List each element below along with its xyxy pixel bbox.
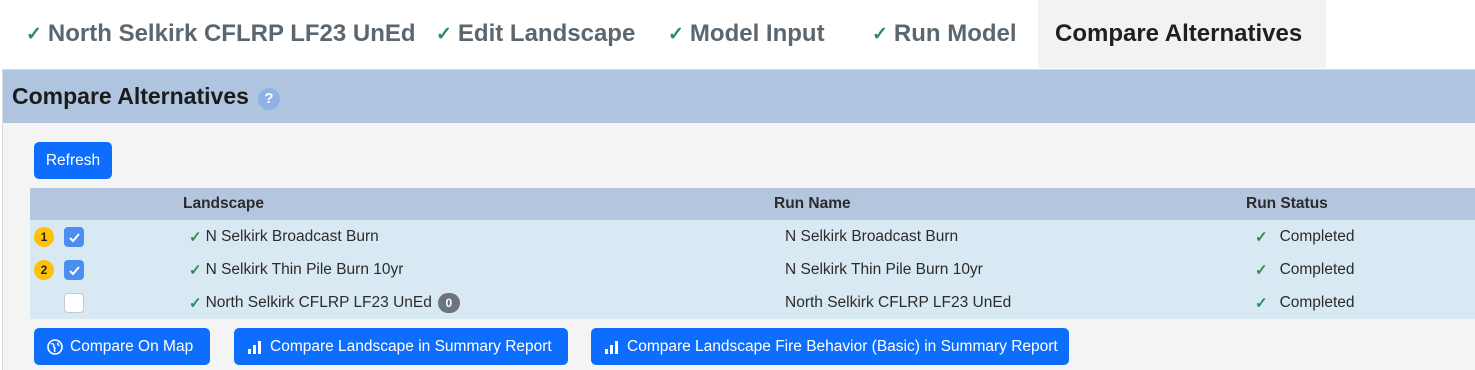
tab-model-input[interactable]: ✓ Model Input xyxy=(668,0,825,68)
table-row: ✓ North Selkirk CFLRP LF23 UnEd 0 North … xyxy=(30,286,1475,319)
count-badge: 0 xyxy=(437,292,460,313)
checkmark-icon xyxy=(68,232,80,242)
check-icon: ✓ xyxy=(1255,228,1268,246)
row-checkbox[interactable] xyxy=(64,260,84,280)
run-name-cell: North Selkirk CFLRP LF23 UnEd xyxy=(785,293,1012,311)
run-status: Completed xyxy=(1279,227,1355,245)
check-icon: ✓ xyxy=(1255,294,1268,312)
tab-label: North Selkirk CFLRP LF23 UnEd xyxy=(47,20,416,47)
order-badge: 1 xyxy=(34,227,54,247)
order-badge: 2 xyxy=(34,260,54,280)
refresh-button[interactable]: Refresh xyxy=(34,142,112,179)
checkmark-icon xyxy=(68,265,80,275)
landscape-cell: ✓ N Selkirk Broadcast Burn xyxy=(189,220,379,253)
landscape-cell: ✓ North Selkirk CFLRP LF23 UnEd 0 xyxy=(189,286,460,319)
compare-fire-behavior-button[interactable]: Compare Landscape Fire Behavior (Basic) … xyxy=(591,328,1069,365)
run-status: Completed xyxy=(1279,293,1355,311)
table-header: Landscape Run Name Run Status xyxy=(30,188,1475,220)
run-status-cell: ✓ Completed xyxy=(1255,253,1355,286)
panel-header: Compare Alternatives ? xyxy=(3,70,1475,123)
column-header-run-name[interactable]: Run Name xyxy=(774,188,851,220)
compare-on-map-button[interactable]: Compare On Map xyxy=(34,328,210,365)
row-checkbox[interactable] xyxy=(64,293,84,313)
column-header-run-status[interactable]: Run Status xyxy=(1246,188,1328,220)
check-icon: ✓ xyxy=(26,23,42,45)
bar-chart-icon xyxy=(605,340,618,354)
check-icon: ✓ xyxy=(668,23,684,45)
landscape-cell: ✓ N Selkirk Thin Pile Burn 10yr xyxy=(189,253,403,286)
tab-edit-landscape[interactable]: ✓ Edit Landscape xyxy=(436,0,635,68)
check-icon: ✓ xyxy=(189,261,202,279)
button-label: Compare Landscape Fire Behavior (Basic) … xyxy=(627,337,1058,355)
row-checkbox[interactable] xyxy=(64,227,84,247)
check-icon: ✓ xyxy=(436,23,452,45)
check-icon: ✓ xyxy=(189,228,202,246)
landscape-name: N Selkirk Thin Pile Burn 10yr xyxy=(205,260,404,278)
tab-label: Compare Alternatives xyxy=(1055,20,1303,47)
run-name-cell: N Selkirk Thin Pile Burn 10yr xyxy=(785,260,983,278)
compare-summary-report-button[interactable]: Compare Landscape in Summary Report xyxy=(234,328,568,365)
tab-run-model[interactable]: ✓ Run Model xyxy=(872,0,1017,68)
check-icon: ✓ xyxy=(872,23,888,45)
table-row: 2 ✓ N Selkirk Thin Pile Burn 10yr N Selk… xyxy=(30,253,1475,286)
button-label: Compare On Map xyxy=(70,337,194,355)
run-status: Completed xyxy=(1279,260,1355,278)
landscape-name: N Selkirk Broadcast Burn xyxy=(205,227,379,245)
globe-icon xyxy=(47,338,63,355)
check-icon: ✓ xyxy=(189,294,202,312)
tab-label: Edit Landscape xyxy=(457,20,636,47)
table-row: 1 ✓ N Selkirk Broadcast Burn N Selkirk B… xyxy=(30,220,1475,253)
tab-label: Run Model xyxy=(893,20,1017,47)
panel-title: Compare Alternatives xyxy=(12,83,249,109)
run-name-cell: N Selkirk Broadcast Burn xyxy=(785,227,959,245)
landscape-name: North Selkirk CFLRP LF23 UnEd xyxy=(205,293,432,311)
button-label: Compare Landscape in Summary Report xyxy=(270,337,552,355)
tab-label: Model Input xyxy=(689,20,825,47)
check-icon: ✓ xyxy=(1255,261,1268,279)
compare-panel: Compare Alternatives ? Refresh Landscape… xyxy=(2,69,1475,370)
step-tabs: ✓ North Selkirk CFLRP LF23 UnEd ✓ Edit L… xyxy=(0,0,1475,68)
help-icon[interactable]: ? xyxy=(257,87,280,110)
bar-chart-icon xyxy=(248,340,261,354)
run-status-cell: ✓ Completed xyxy=(1255,220,1355,253)
alternatives-table: 1 ✓ N Selkirk Broadcast Burn N Selkirk B… xyxy=(30,220,1475,319)
run-status-cell: ✓ Completed xyxy=(1255,286,1355,319)
tab-compare-alternatives[interactable]: Compare Alternatives xyxy=(1038,0,1327,68)
tab-landscape[interactable]: ✓ North Selkirk CFLRP LF23 UnEd xyxy=(26,0,416,68)
column-header-landscape[interactable]: Landscape xyxy=(183,188,264,220)
